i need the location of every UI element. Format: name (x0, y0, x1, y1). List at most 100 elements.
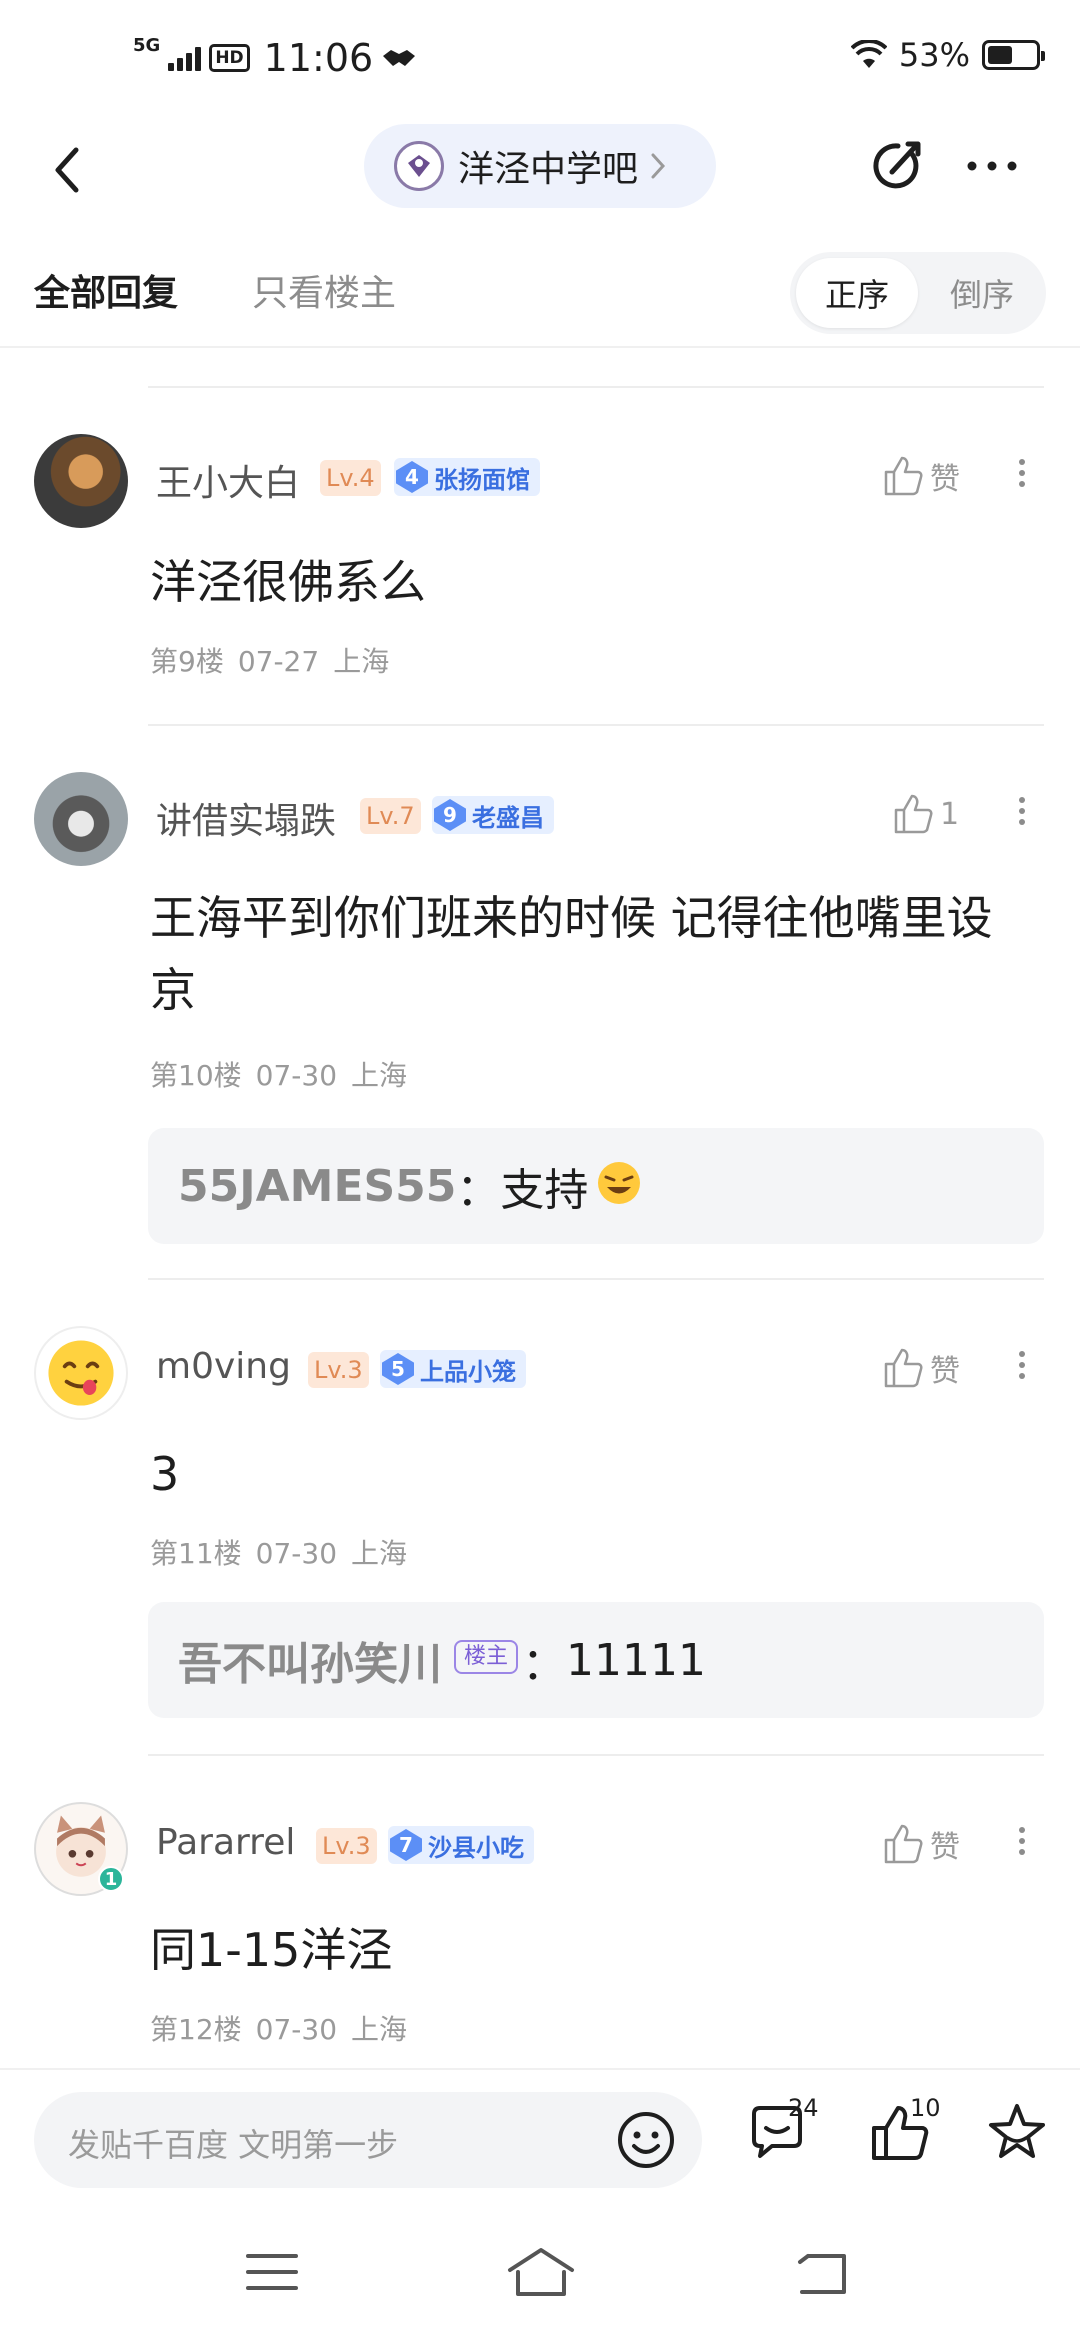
battery-icon (982, 40, 1045, 70)
like-label: 赞 (930, 462, 960, 497)
thumbs-up-icon (884, 1824, 923, 1864)
badge-number: 7 (390, 1829, 422, 1861)
like-button[interactable]: 赞 (880, 1822, 960, 1866)
bar-name: 洋泾中学吧 (458, 149, 639, 190)
floor-number: 第9楼 (150, 645, 224, 678)
sub-reply-user[interactable]: 吾不叫孙笑川 (178, 1628, 442, 1692)
reply-input[interactable]: 发贴千百度 文明第一步 (34, 2092, 702, 2188)
handshake-icon (383, 50, 416, 66)
floor-number: 第11楼 (150, 1537, 242, 1570)
post-date: 07-30 (255, 2013, 338, 2046)
floor-number: 第10楼 (150, 1059, 242, 1092)
divider (148, 386, 1044, 388)
back-arrow-icon[interactable] (40, 140, 100, 200)
edit-post-icon[interactable] (868, 136, 928, 196)
avatar[interactable]: 1 (34, 1802, 128, 1896)
post-location: 上海 (351, 2013, 408, 2046)
avatar[interactable] (34, 434, 128, 528)
username[interactable]: m0ving (156, 1346, 291, 1387)
badge-name: 沙县小吃 (428, 1833, 524, 1862)
sub-reply-text: 11111 (566, 1634, 706, 1686)
star-icon (989, 2104, 1045, 2158)
post-location: 上海 (333, 645, 390, 678)
badge-name: 张扬面馆 (434, 465, 530, 494)
badge-number: 5 (382, 1353, 414, 1385)
bar-logo-icon (394, 141, 444, 191)
like-button[interactable]: 1 (890, 792, 959, 836)
emoji-picker-icon[interactable] (614, 2108, 678, 2172)
post-meta: 第9楼 07-27 上海 (150, 640, 403, 680)
favorite-button[interactable] (984, 2100, 1060, 2176)
username[interactable]: 讲借实塌跌 (156, 792, 336, 844)
more-options-icon[interactable] (962, 136, 1022, 196)
post-location: 上海 (351, 1059, 408, 1092)
chevron-right-icon (651, 153, 666, 179)
status-bar: 5G HD 11:06 53% (0, 0, 1080, 120)
sub-reply[interactable]: 55JAMES55 ： 支持 (148, 1128, 1044, 1244)
post-menu-icon[interactable] (1010, 1822, 1034, 1872)
post-content: 3 (150, 1447, 180, 1501)
post-date: 07-30 (255, 1059, 338, 1092)
post-menu-icon[interactable] (1010, 1346, 1034, 1396)
avatar[interactable] (34, 1326, 128, 1420)
reply-input-bar: 发贴千百度 文明第一步 24 10 (0, 2068, 1080, 2212)
badge-number: 9 (434, 799, 466, 831)
reply-input-placeholder: 发贴千百度 文明第一步 (68, 2126, 399, 2164)
sub-reply-text: 支持 (500, 1165, 589, 1216)
home-icon[interactable] (506, 2242, 576, 2302)
system-nav-bar (0, 2212, 1080, 2340)
nav-bar: 洋泾中学吧 (0, 120, 1080, 220)
status-left: 5G HD 11:06 (133, 36, 417, 80)
avatar-level-badge: 1 (98, 1866, 124, 1892)
like-count: 10 (910, 2094, 941, 2122)
like-label: 赞 (930, 1354, 960, 1389)
fan-badge[interactable]: 7 沙县小吃 (388, 1826, 534, 1864)
fan-badge[interactable]: 5 上品小笼 (380, 1350, 526, 1388)
like-label: 赞 (930, 1830, 960, 1865)
post-menu-icon[interactable] (1010, 792, 1034, 842)
laughing-emoji-icon (598, 1162, 641, 1204)
network-label: 5G (133, 35, 161, 56)
level-badge: Lv.3 (316, 1828, 377, 1864)
username[interactable]: Pararrel (156, 1822, 295, 1863)
sub-reply-user[interactable]: 55JAMES55 (178, 1161, 456, 1212)
thumbs-up-icon (884, 1348, 923, 1388)
like-thread-button[interactable]: 10 (866, 2094, 942, 2176)
post-menu-icon[interactable] (1010, 454, 1034, 504)
badge-name: 老盛昌 (472, 803, 544, 832)
divider (148, 1754, 1044, 1756)
post-content: 洋泾很佛系么 (150, 555, 426, 609)
post-content: 同1-15洋泾 (150, 1923, 393, 1977)
level-badge: Lv.7 (360, 798, 421, 834)
like-button[interactable]: 赞 (880, 454, 960, 498)
post-location: 上海 (351, 1537, 408, 1570)
menu-icon[interactable] (242, 2242, 302, 2302)
tab-only-op[interactable]: 只看楼主 (252, 264, 396, 316)
clock: 11:06 (263, 36, 374, 80)
comments-button[interactable]: 24 (744, 2094, 820, 2176)
thumbs-up-icon (884, 456, 923, 496)
sub-reply-separator: ： (522, 1639, 567, 1690)
sub-reply-separator: ： (456, 1165, 501, 1216)
yum-emoji-icon (48, 1340, 114, 1406)
level-badge: Lv.3 (308, 1352, 369, 1388)
fan-badge[interactable]: 4 张扬面馆 (394, 458, 540, 496)
back-icon[interactable] (792, 2242, 852, 2302)
like-button[interactable]: 赞 (880, 1346, 960, 1390)
comment-count: 24 (788, 2094, 819, 2122)
badge-name: 上品小笼 (420, 1357, 516, 1386)
order-desc-button[interactable]: 倒序 (922, 258, 1042, 328)
username[interactable]: 王小大白 (156, 454, 300, 506)
like-count: 1 (940, 796, 960, 832)
fan-badge[interactable]: 9 老盛昌 (432, 796, 554, 834)
status-right: 53% (850, 36, 1045, 74)
bar-name-pill[interactable]: 洋泾中学吧 (364, 124, 716, 208)
wifi-icon (850, 40, 887, 68)
sub-reply[interactable]: 吾不叫孙笑川 楼主 ： 11111 (148, 1602, 1044, 1718)
thumbs-up-icon (894, 794, 933, 834)
divider (148, 724, 1044, 726)
tab-all-replies[interactable]: 全部回复 (34, 264, 178, 316)
post-meta: 第12楼 07-30 上海 (150, 2008, 421, 2048)
order-asc-button[interactable]: 正序 (796, 258, 918, 328)
avatar[interactable] (34, 772, 128, 866)
